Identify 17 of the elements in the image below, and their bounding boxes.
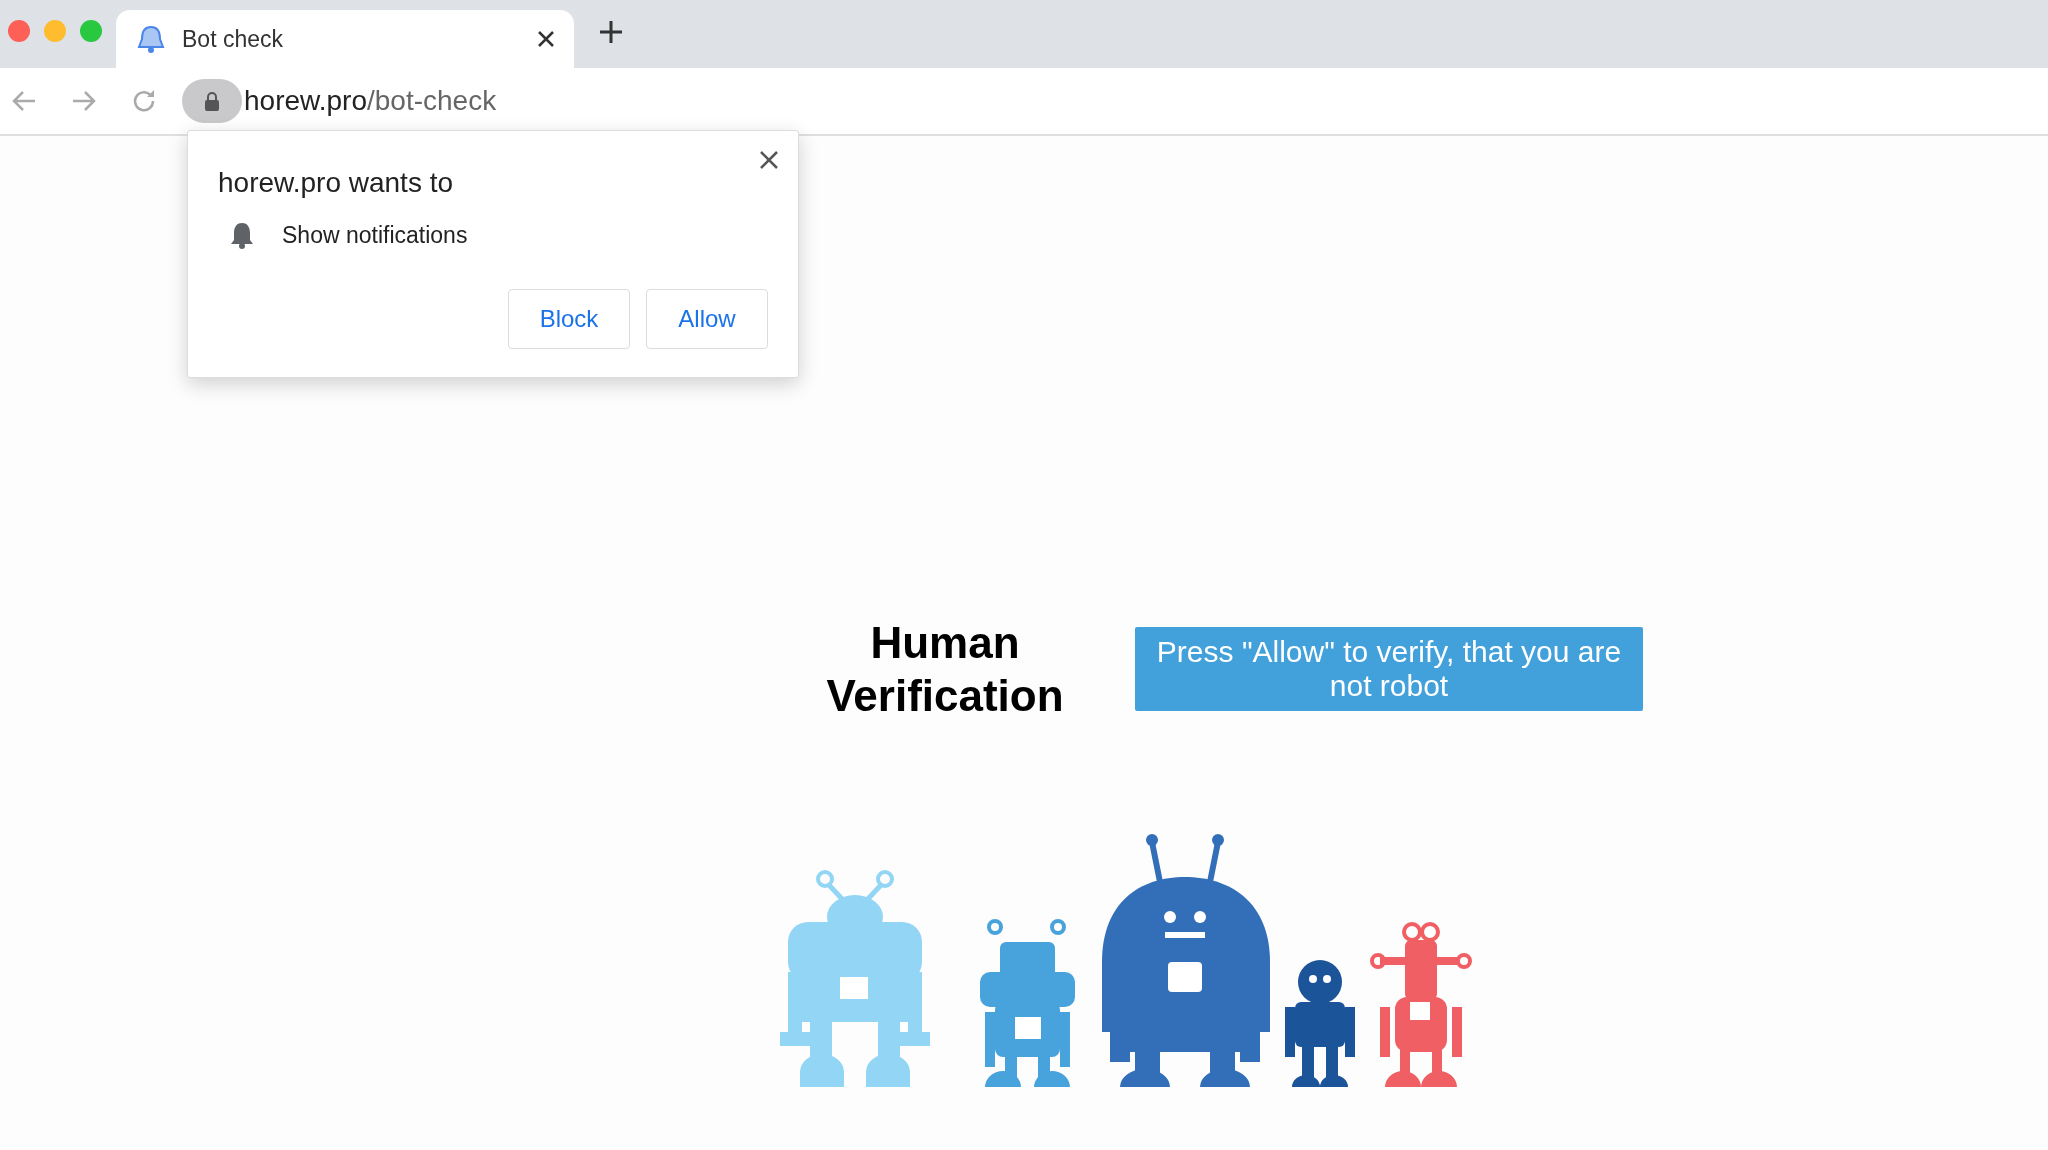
new-tab-icon[interactable] — [598, 19, 624, 45]
page-heading: Human Verification — [825, 617, 1065, 722]
close-tab-icon[interactable] — [536, 29, 556, 49]
popup-title: horew.pro wants to — [218, 167, 455, 199]
permission-text: Show notifications — [282, 221, 468, 249]
verify-message-banner: Press "Allow" to verify, that you are not robot — [1135, 627, 1643, 711]
browser-tab[interactable]: Bot check — [116, 10, 574, 68]
maximize-window-button[interactable] — [80, 20, 102, 42]
minimize-window-button[interactable] — [44, 20, 66, 42]
block-button[interactable]: Block — [508, 289, 630, 349]
bell-favicon-icon — [136, 24, 166, 54]
lock-icon[interactable] — [182, 79, 242, 123]
bell-icon — [230, 221, 254, 249]
close-window-button[interactable] — [8, 20, 30, 42]
tab-title: Bot check — [182, 25, 284, 53]
allow-button[interactable]: Allow — [646, 289, 768, 349]
url-field[interactable]: horew.pro/bot-check — [244, 85, 497, 117]
